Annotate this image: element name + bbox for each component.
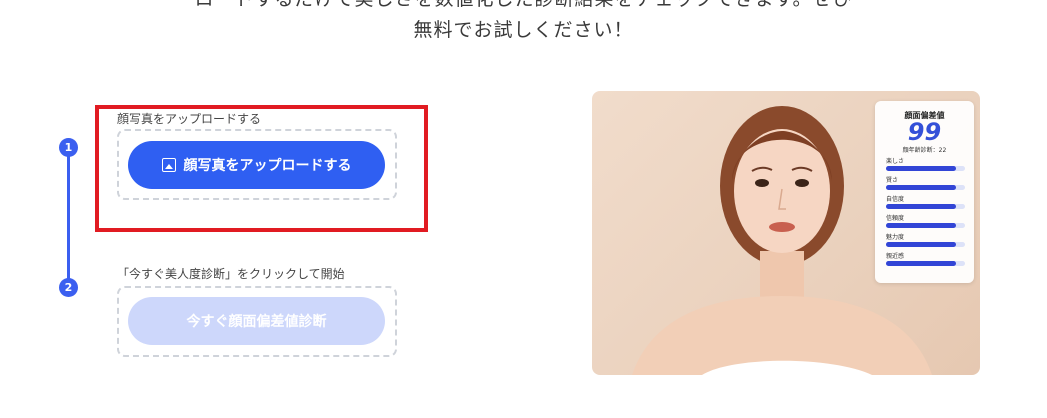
metric-label: 親近感 — [886, 253, 905, 260]
intro-text-line2: 無料でお試しください！ — [413, 19, 634, 41]
metric-bar-fill — [886, 223, 956, 228]
step-1-number: 1 — [59, 138, 78, 157]
metric-label: 賢さ — [886, 177, 899, 184]
metric-label: 魅力度 — [886, 234, 905, 241]
page: ロードするだけで美しさを数値化した診断結果をチェックできます。ぜひ 無料でお試し… — [0, 0, 1047, 418]
metric-bar-fill — [886, 261, 956, 266]
intro-text-line1: ロードするだけで美しさを数値化した診断結果をチェックできます。ぜひ — [0, 0, 1047, 12]
metric-bar — [886, 185, 965, 190]
metric-label: 自信度 — [886, 196, 905, 203]
start-diagnosis-button-label: 今すぐ顔面偏差値診断 — [186, 314, 327, 330]
metric-bar — [886, 261, 965, 266]
metric-bar-fill — [886, 204, 956, 209]
metric-bar — [886, 223, 965, 228]
metric-label: 信頼度 — [886, 215, 905, 222]
metric-label: 楽しさ — [886, 158, 905, 165]
metric-bar — [886, 242, 965, 247]
step-2-number: 2 — [59, 278, 78, 297]
metric-bar-fill — [886, 185, 956, 190]
step-timeline-line — [67, 147, 70, 287]
metric-bar-fill — [886, 166, 956, 171]
score-result-panel: 顔面偏差値 99 顔年齢診断：22 楽しさ 賢さ 自信度 信頼度 魅力度 親近感 — [875, 101, 974, 283]
metric-bar — [886, 204, 965, 209]
highlight-box — [95, 105, 428, 232]
step-2-label: 「今すぐ美人度診断」をクリックして開始 — [117, 267, 345, 281]
metric-bar — [886, 166, 965, 171]
start-diagnosis-button[interactable]: 今すぐ顔面偏差値診断 — [128, 297, 385, 345]
face-age-text: 顔年齢診断：22 — [902, 147, 947, 154]
score-value: 99 — [907, 118, 942, 146]
metric-bar-fill — [886, 242, 956, 247]
